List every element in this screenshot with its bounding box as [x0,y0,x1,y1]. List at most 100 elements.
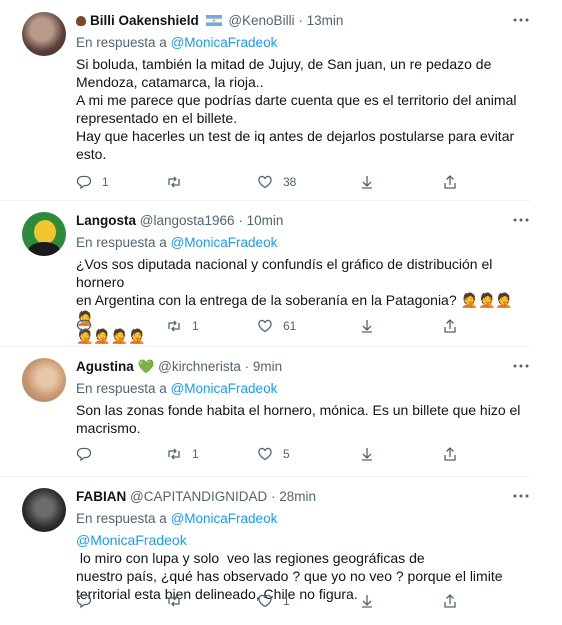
reply-context: En respuesta a @MonicaFradeok [76,381,277,396]
reply-count: 1 [102,175,109,189]
share-button[interactable] [359,444,375,464]
more-icon[interactable] [512,358,530,374]
retweet-count: 1 [192,319,199,333]
retweet-button[interactable] [166,591,192,611]
display-name[interactable]: Langosta [76,213,136,228]
upload-button[interactable] [442,591,458,611]
user-handle[interactable]: @CAPITANDIGNIDAD [130,489,267,504]
text-fragment: lo miro con lupa y solo veo las regiones… [76,550,425,566]
retweet-button[interactable]: 1 [166,316,199,336]
action-bar: 1 61 [76,316,476,336]
tweet-billi[interactable]: Billi Oakenshield @KenoBilli · 13min En … [0,0,530,201]
tweet-text: Son las zonas fonde habita el hornero, m… [76,401,521,437]
reply-mention[interactable]: @MonicaFradeok [171,35,278,50]
share-button[interactable] [359,316,375,336]
inline-mention[interactable]: @MonicaFradeok [76,532,187,548]
text-line: ¿Vos sos diputada nacional y confundís e… [76,256,493,290]
reply-icon [76,175,92,190]
tweet-header: Agustina 💚 @kirchnerista · 9min [76,359,282,375]
text-line: esto. [76,146,107,162]
avatar[interactable] [22,358,66,402]
share-button[interactable] [359,172,375,192]
reply-context: En respuesta a @MonicaFradeok [76,235,277,250]
more-icon[interactable] [512,212,530,228]
reply-button[interactable] [76,444,102,464]
separator-dot: · [298,13,307,28]
avatar[interactable] [22,12,66,56]
reply-icon [76,594,92,609]
upload-icon [444,594,456,608]
tweet-header: Langosta @langosta1966 · 10min [76,213,283,228]
tweet-fabian[interactable]: FABIAN @CAPITANDIGNIDAD · 28min En respu… [0,476,530,625]
share-icon [362,448,372,461]
tweet-langosta[interactable]: Langosta @langosta1966 · 10min En respue… [0,200,530,347]
text-line: Son las zonas fonde habita el hornero, m… [76,402,521,418]
avatar[interactable] [22,488,66,532]
share-button[interactable] [359,591,375,611]
action-bar: 1 5 [76,444,476,464]
reply-mention[interactable]: @MonicaFradeok [171,381,278,396]
tweet-agustina[interactable]: Agustina 💚 @kirchnerista · 9min En respu… [0,346,530,477]
upload-icon [444,175,456,189]
reply-button[interactable] [76,316,102,336]
share-icon [362,320,372,333]
upload-icon [444,319,456,333]
text-line: macrismo. [76,420,141,436]
like-button[interactable]: 38 [257,172,296,192]
avatar-face [34,220,56,244]
like-icon [258,594,272,608]
display-name[interactable]: Agustina [76,359,134,374]
like-button[interactable]: 1 [257,591,290,611]
user-handle[interactable]: @KenoBilli [228,13,294,28]
like-button[interactable]: 5 [257,444,290,464]
upload-button[interactable] [442,444,458,464]
text-line: Hay que hacerles un test de iq antes de … [76,128,515,144]
user-handle[interactable]: @kirchnerista [158,359,241,374]
timestamp[interactable]: 9min [253,359,282,374]
reply-mention[interactable]: @MonicaFradeok [171,511,278,526]
reply-mention[interactable]: @MonicaFradeok [171,235,278,250]
tweet-header: FABIAN @CAPITANDIGNIDAD · 28min [76,489,316,504]
more-icon[interactable] [512,12,530,28]
more-icon[interactable] [512,488,530,504]
user-handle[interactable]: @langosta1966 [140,213,235,228]
upload-icon [444,447,456,461]
share-icon [362,176,372,189]
argentina-flag-icon [205,15,222,26]
share-icon [362,595,372,608]
upload-button[interactable] [442,316,458,336]
timestamp[interactable]: 10min [247,213,284,228]
retweet-count: 1 [192,447,199,461]
retweet-button[interactable] [166,172,192,192]
avatar-shirt [28,242,60,256]
separator-dot: · [271,489,280,504]
avatar[interactable] [22,212,66,256]
separator-dot: · [244,359,253,374]
display-name[interactable]: FABIAN [76,489,126,504]
text-line: Si boluda, también la mitad de Jujuy, de… [76,56,492,72]
like-count: 61 [283,319,297,333]
reply-prefix: En respuesta a [76,511,167,526]
timestamp[interactable]: 28min [279,489,316,504]
upload-button[interactable] [442,172,458,192]
reply-prefix: En respuesta a [76,235,167,250]
reply-icon [76,447,92,462]
retweet-icon [168,595,180,607]
retweet-button[interactable]: 1 [166,444,199,464]
separator-dot: · [238,213,247,228]
green-heart-icon: 💚 [137,359,155,374]
like-count: 38 [283,175,297,189]
reply-feed: Billi Oakenshield @KenoBilli · 13min En … [0,0,562,625]
text-line: representado en el billete. [76,110,238,126]
display-name[interactable]: Billi Oakenshield [90,13,199,28]
like-button[interactable]: 61 [257,316,296,336]
reply-context: En respuesta a @MonicaFradeok [76,511,277,526]
retweet-icon [168,176,180,188]
timestamp[interactable]: 13min [307,13,344,28]
reply-button[interactable]: 1 [76,172,109,192]
text-line: nuestro país, ¿qué has observado ? que y… [76,568,503,584]
reply-prefix: En respuesta a [76,35,167,50]
reply-icon [76,319,92,334]
tweet-header: Billi Oakenshield @KenoBilli · 13min [76,13,343,28]
reply-button[interactable] [76,591,102,611]
